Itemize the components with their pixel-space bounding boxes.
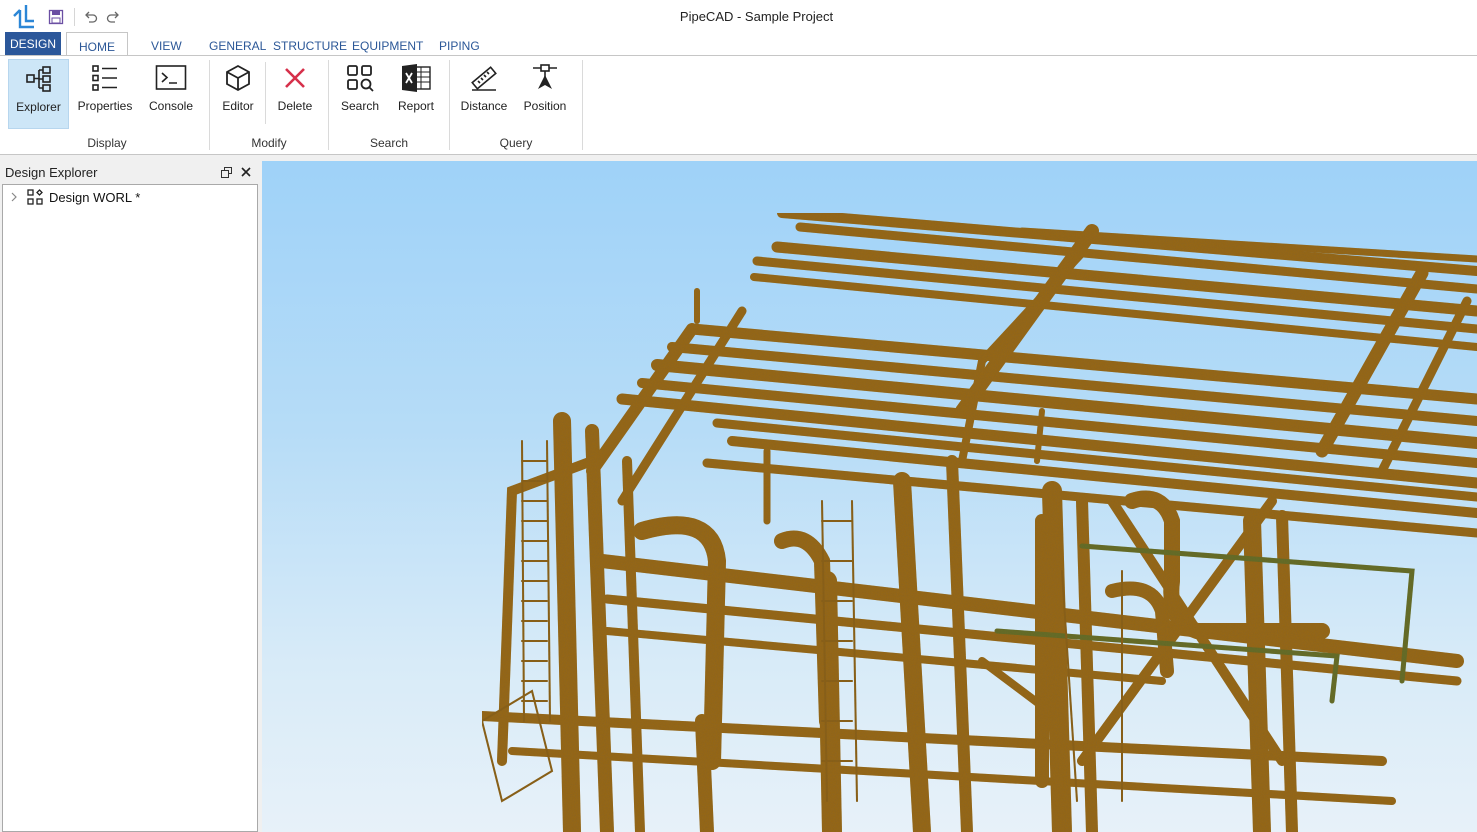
distance-button[interactable]: Distance (455, 59, 513, 129)
group-display: Explorer Properties Console Display (6, 56, 208, 154)
properties-label: Properties (77, 99, 133, 113)
group-search-label: Search (369, 136, 409, 150)
ribbon-panel: Explorer Properties Console Display Edit… (0, 55, 1477, 155)
group-modify: Editor Delete Modify (211, 56, 327, 154)
group-query: Distance Position Query (451, 56, 581, 154)
world-node-icon (27, 189, 45, 205)
delete-button[interactable]: Delete (269, 59, 321, 129)
editor-cube-icon (222, 62, 254, 94)
ribbon-tab-bar: DESIGN HOME VIEW GENERAL STRUCTURE EQUIP… (0, 32, 1477, 57)
group-separator (449, 60, 450, 150)
editor-button[interactable]: Editor (213, 59, 263, 129)
delete-x-icon (279, 62, 311, 94)
group-separator (582, 60, 583, 150)
distance-label: Distance (460, 99, 508, 113)
tab-structure[interactable]: STRUCTURE (273, 32, 347, 56)
group-modify-label: Modify (251, 136, 287, 150)
tab-home[interactable]: HOME (66, 32, 128, 57)
group-search: Search Report Search (330, 56, 448, 154)
report-label: Report (397, 99, 435, 113)
expand-arrow-icon[interactable] (7, 192, 21, 202)
group-display-label: Display (87, 136, 127, 150)
position-marker-icon (529, 62, 561, 94)
properties-button[interactable]: Properties (72, 59, 138, 129)
search-icon (344, 62, 376, 94)
delete-label: Delete (277, 99, 313, 113)
distance-ruler-icon (468, 62, 500, 94)
console-button[interactable]: Console (140, 59, 202, 129)
position-label: Position (523, 99, 567, 113)
excel-report-icon (400, 62, 432, 94)
tab-general[interactable]: GENERAL (209, 32, 266, 56)
explorer-title: Design Explorer (5, 165, 98, 180)
console-label: Console (148, 99, 194, 113)
position-button[interactable]: Position (517, 59, 573, 129)
explorer-button[interactable]: Explorer (8, 59, 69, 129)
tree-item-label: Design WORL * (49, 189, 141, 205)
tab-view[interactable]: VIEW (151, 32, 182, 56)
group-query-label: Query (499, 136, 533, 150)
group-separator (328, 60, 329, 150)
tab-piping[interactable]: PIPING (439, 32, 480, 56)
3d-viewport[interactable] (262, 161, 1477, 832)
close-panel-icon[interactable] (238, 164, 254, 180)
search-label: Search (340, 99, 380, 113)
window-title: PipeCAD - Sample Project (679, 9, 834, 24)
editor-label: Editor (222, 99, 254, 113)
title-bar: PipeCAD - Sample Project (0, 0, 1477, 32)
tab-design[interactable]: DESIGN (5, 32, 61, 56)
explorer-header: Design Explorer (0, 161, 261, 183)
float-panel-icon[interactable] (218, 164, 234, 180)
explorer-tree: Design WORL * (2, 184, 258, 832)
properties-list-icon (89, 62, 121, 94)
tab-equipment[interactable]: EQUIPMENT (352, 32, 423, 56)
button-separator (265, 62, 266, 124)
search-button[interactable]: Search (334, 59, 386, 129)
group-separator (209, 60, 210, 150)
explorer-tree-icon (23, 63, 55, 95)
report-button[interactable]: Report (390, 59, 442, 129)
tree-item[interactable]: Design WORL * (7, 188, 140, 206)
explorer-label: Explorer (16, 100, 61, 114)
design-explorer-panel: Design Explorer Design WORL * (0, 161, 261, 832)
console-terminal-icon (155, 62, 187, 94)
point-cloud-model (477, 208, 1477, 832)
